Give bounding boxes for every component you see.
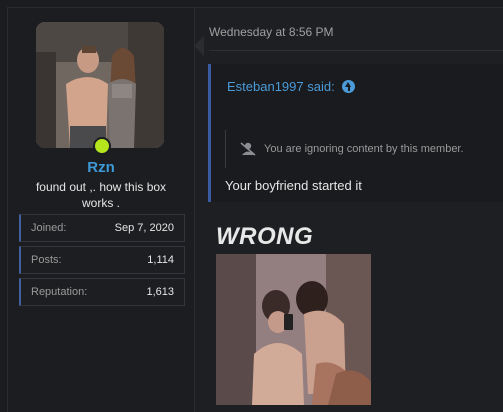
stat-joined: Joined: Sep 7, 2020: [19, 214, 185, 242]
username[interactable]: Rzn: [8, 159, 194, 176]
arrow-up-circle-icon[interactable]: [342, 80, 356, 93]
avatar-photo: [36, 22, 164, 148]
muted-user-icon: [240, 142, 256, 156]
quote-author-text[interactable]: Esteban1997 said:: [227, 79, 335, 94]
stat-value: 1,613: [146, 286, 174, 298]
header-divider: [209, 50, 503, 51]
ignored-content-notice: You are ignoring content by this member.: [225, 130, 496, 168]
stat-value: Sep 7, 2020: [114, 222, 174, 234]
stat-label: Joined:: [31, 222, 67, 234]
quote-author-link[interactable]: Esteban1997 said:: [227, 79, 356, 94]
message-post: Rzn found out ,. how this box works . Jo…: [7, 7, 503, 412]
user-info-column: Rzn found out ,. how this box works . Jo…: [8, 8, 195, 412]
ignored-text: You are ignoring content by this member.: [264, 143, 464, 155]
user-title: found out ,. how this box works .: [35, 180, 167, 210]
post-arrow: [194, 36, 204, 56]
stat-posts: Posts: 1,114: [19, 246, 185, 274]
stat-reputation: Reputation: 1,613: [19, 278, 185, 306]
user-avatar[interactable]: [36, 22, 164, 148]
post-timestamp[interactable]: Wednesday at 8:56 PM: [209, 25, 334, 39]
online-status-indicator: [93, 137, 111, 155]
quote-block: Esteban1997 said: You are ignoring conte…: [208, 64, 503, 202]
stat-label: Reputation:: [31, 286, 88, 298]
embedded-photo: [216, 254, 371, 405]
reply-text: WRONG: [216, 223, 314, 250]
stat-value: 1,114: [147, 254, 174, 266]
embedded-image[interactable]: [216, 254, 371, 405]
quote-body: Your boyfriend started it: [225, 178, 362, 193]
stat-label: Posts:: [31, 254, 62, 266]
